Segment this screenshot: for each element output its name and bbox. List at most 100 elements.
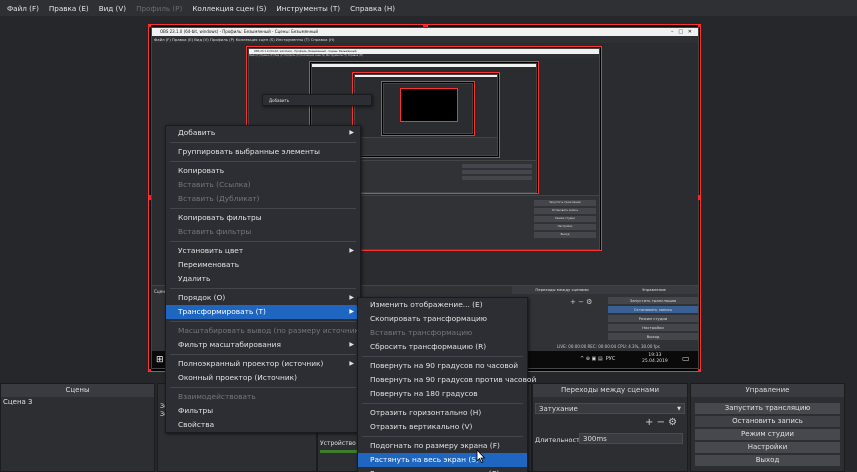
menu-item-label: Вставить фильтры xyxy=(178,227,252,236)
transform-menu-item[interactable]: Подогнать по размеру экрана (F) xyxy=(358,439,527,453)
transition-select[interactable]: Затухание ▼ xyxy=(535,403,685,414)
context-menu-item[interactable]: Порядок (O) ▶ xyxy=(166,291,360,305)
resize-handle[interactable] xyxy=(149,195,151,200)
nested2-btn-record: Остановить запись xyxy=(534,208,596,214)
context-menu-item[interactable]: Вставить (Дубликат) xyxy=(166,192,360,206)
context-menu-item[interactable]: Трансформировать (T) ▶ xyxy=(166,305,360,319)
context-menu-item[interactable]: Вставить фильтры xyxy=(166,225,360,239)
context-menu-item[interactable]: Копировать xyxy=(166,164,360,178)
transform-menu-item[interactable]: Изменить отображение... (E) xyxy=(358,298,527,312)
gear-icon[interactable]: ⚙ xyxy=(668,417,677,428)
context-menu-item[interactable]: Вставить (Ссылка) xyxy=(166,178,360,192)
nested4-docks xyxy=(355,137,497,155)
resize-handle[interactable] xyxy=(698,25,700,27)
context-menu-item[interactable]: Полноэкранный проектор (источник) ▶ xyxy=(166,357,360,371)
transform-menu-item[interactable]: Отразить горизонтально (H) xyxy=(358,406,527,420)
context-menu-item[interactable]: Группировать выбранные элементы xyxy=(166,145,360,159)
exit-button[interactable]: Выход xyxy=(695,455,840,466)
nested3-preview xyxy=(352,72,500,158)
resize-handle[interactable] xyxy=(149,369,151,371)
stop-record-button[interactable]: Остановить запись xyxy=(695,416,840,427)
context-menu-item[interactable]: Установить цвет ▶ xyxy=(166,244,360,258)
nested4-preview xyxy=(381,81,475,136)
nested5-preview xyxy=(400,88,458,122)
add-icon[interactable]: + xyxy=(645,417,653,428)
nested-clock: 19:33 25.04.2019 xyxy=(642,353,668,365)
menu-item-label: Отразить вертикально (V) xyxy=(370,422,473,431)
settings-button[interactable]: Настройки xyxy=(695,442,840,453)
resize-handle[interactable] xyxy=(149,25,151,27)
chevron-right-icon: ▶ xyxy=(349,360,354,367)
menu-item-label: Переименовать xyxy=(178,260,240,269)
context-menu: Добавить ▶ Группировать выбранные элементы… xyxy=(165,125,366,433)
transition-add-remove: + − ⚙ xyxy=(645,417,677,428)
transform-menu-item[interactable]: Отразить вертикально (V) xyxy=(358,420,527,434)
tray-icons: ^ ⊕ ▣ ▤ xyxy=(580,356,605,362)
nested-window-controls: – □ ✕ xyxy=(671,29,692,35)
nested-title-bar: OBS 23.1.0 (64-bit, windows) - Профиль: … xyxy=(152,28,698,36)
menu-edit[interactable]: Правка (E) xyxy=(44,4,94,13)
resize-handle[interactable] xyxy=(698,369,700,371)
windows-start-icon: ⊞ xyxy=(156,355,164,365)
menu-item-label: Взаимодействовать xyxy=(178,392,256,401)
nested3-btn xyxy=(462,164,532,168)
context-menu-item[interactable]: Удалить xyxy=(166,272,360,286)
transform-menu-item[interactable]: Скопировать трансформацию xyxy=(358,312,527,326)
menu-item-label: Вставить (Ссылка) xyxy=(178,180,251,189)
transform-menu-item[interactable]: Повернуть на 90 градусов против часовой xyxy=(358,373,536,387)
nested2-btn-studio: Режим студии xyxy=(534,216,596,222)
menu-view[interactable]: Вид (V) xyxy=(94,4,131,13)
transform-menu-item[interactable]: Повернуть на 180 градусов xyxy=(358,387,527,401)
scene-item[interactable]: Сцена 3 xyxy=(1,397,154,408)
context-menu-item[interactable]: Масштабировать вывод (по размеру источни… xyxy=(166,324,366,338)
nested3-title-bar xyxy=(312,64,536,67)
context-menu-item[interactable]: Добавить ▶ xyxy=(166,126,360,140)
tray-date: 25.04.2019 xyxy=(642,359,668,364)
mouse-cursor-icon xyxy=(476,449,486,463)
context-menu-item[interactable]: Фильтры xyxy=(166,404,360,418)
menu-file[interactable]: Файл (F) xyxy=(2,4,44,13)
menu-item-label: Повернуть на 90 градусов против часовой xyxy=(370,375,537,384)
mixer-meter xyxy=(320,450,360,453)
context-menu-item[interactable]: Переименовать xyxy=(166,258,360,272)
context-menu-item[interactable]: Свойства xyxy=(166,418,360,432)
menu-item-label: Изменить отображение... (E) xyxy=(370,300,483,309)
context-menu-item[interactable]: Фильтр масштабирования ▶ xyxy=(166,338,360,352)
nested-obs-window-4 xyxy=(354,74,498,156)
transform-menu-item[interactable]: Растянуть на весь экран (S) xyxy=(358,453,527,467)
transform-menu-item[interactable]: Вставить трансформацию xyxy=(358,326,527,340)
context-menu-item[interactable]: Взаимодействовать xyxy=(166,390,360,404)
menu-item-label: Вставить (Дубликат) xyxy=(178,194,260,203)
context-menu-item[interactable]: Оконный проектор (Источник) xyxy=(166,371,360,385)
transform-menu-item[interactable]: Разместить по центру экрана (C) xyxy=(358,467,527,472)
menu-item-label: Масштабировать вывод (по размеру источни… xyxy=(178,326,367,335)
context-menu-item[interactable]: Копировать фильтры xyxy=(166,211,360,225)
menu-item-label: Отразить горизонтально (H) xyxy=(370,408,482,417)
menu-separator xyxy=(362,403,523,404)
nested3-btn xyxy=(462,176,532,180)
nested2-btn-settings: Настройки xyxy=(534,224,596,230)
menu-item-label: Сбросить трансформацию (R) xyxy=(370,342,487,351)
menu-scene-collection[interactable]: Коллекция сцен (S) xyxy=(187,4,271,13)
transform-menu-item[interactable]: Сбросить трансформацию (R) xyxy=(358,340,527,354)
menu-separator xyxy=(170,387,356,388)
tray-lang: РУС xyxy=(605,356,616,362)
resize-handle[interactable] xyxy=(423,25,428,27)
resize-handle[interactable] xyxy=(698,195,700,200)
duration-input[interactable]: 300ms xyxy=(579,433,683,444)
menu-item-label: Группировать выбранные элементы xyxy=(178,147,320,156)
menu-help[interactable]: Справка (H) xyxy=(345,4,400,13)
nested-btn-studio: Режим студии xyxy=(608,315,698,322)
transform-menu-item[interactable]: Повернуть на 90 градусов по часовой xyxy=(358,359,527,373)
studio-mode-button[interactable]: Режим студии xyxy=(695,429,840,440)
menu-item-label: Трансформировать (T) xyxy=(178,307,266,316)
controls-dock: Управление Запустить трансляцию Останови… xyxy=(690,383,845,472)
start-stream-button[interactable]: Запустить трансляцию xyxy=(695,403,840,414)
nested-controls-header: Управление xyxy=(608,286,698,294)
transition-type: Затухание xyxy=(539,405,578,413)
menu-tools[interactable]: Инструменты (T) xyxy=(271,4,345,13)
remove-icon[interactable]: − xyxy=(657,417,665,428)
menubar: Файл (F) Правка (E) Вид (V) Профиль (P) … xyxy=(0,0,857,16)
nested-menubar: Файл (F) Правка (E) Вид (V) Профиль (P) … xyxy=(152,36,698,43)
menu-profile[interactable]: Профиль (P) xyxy=(131,4,187,13)
